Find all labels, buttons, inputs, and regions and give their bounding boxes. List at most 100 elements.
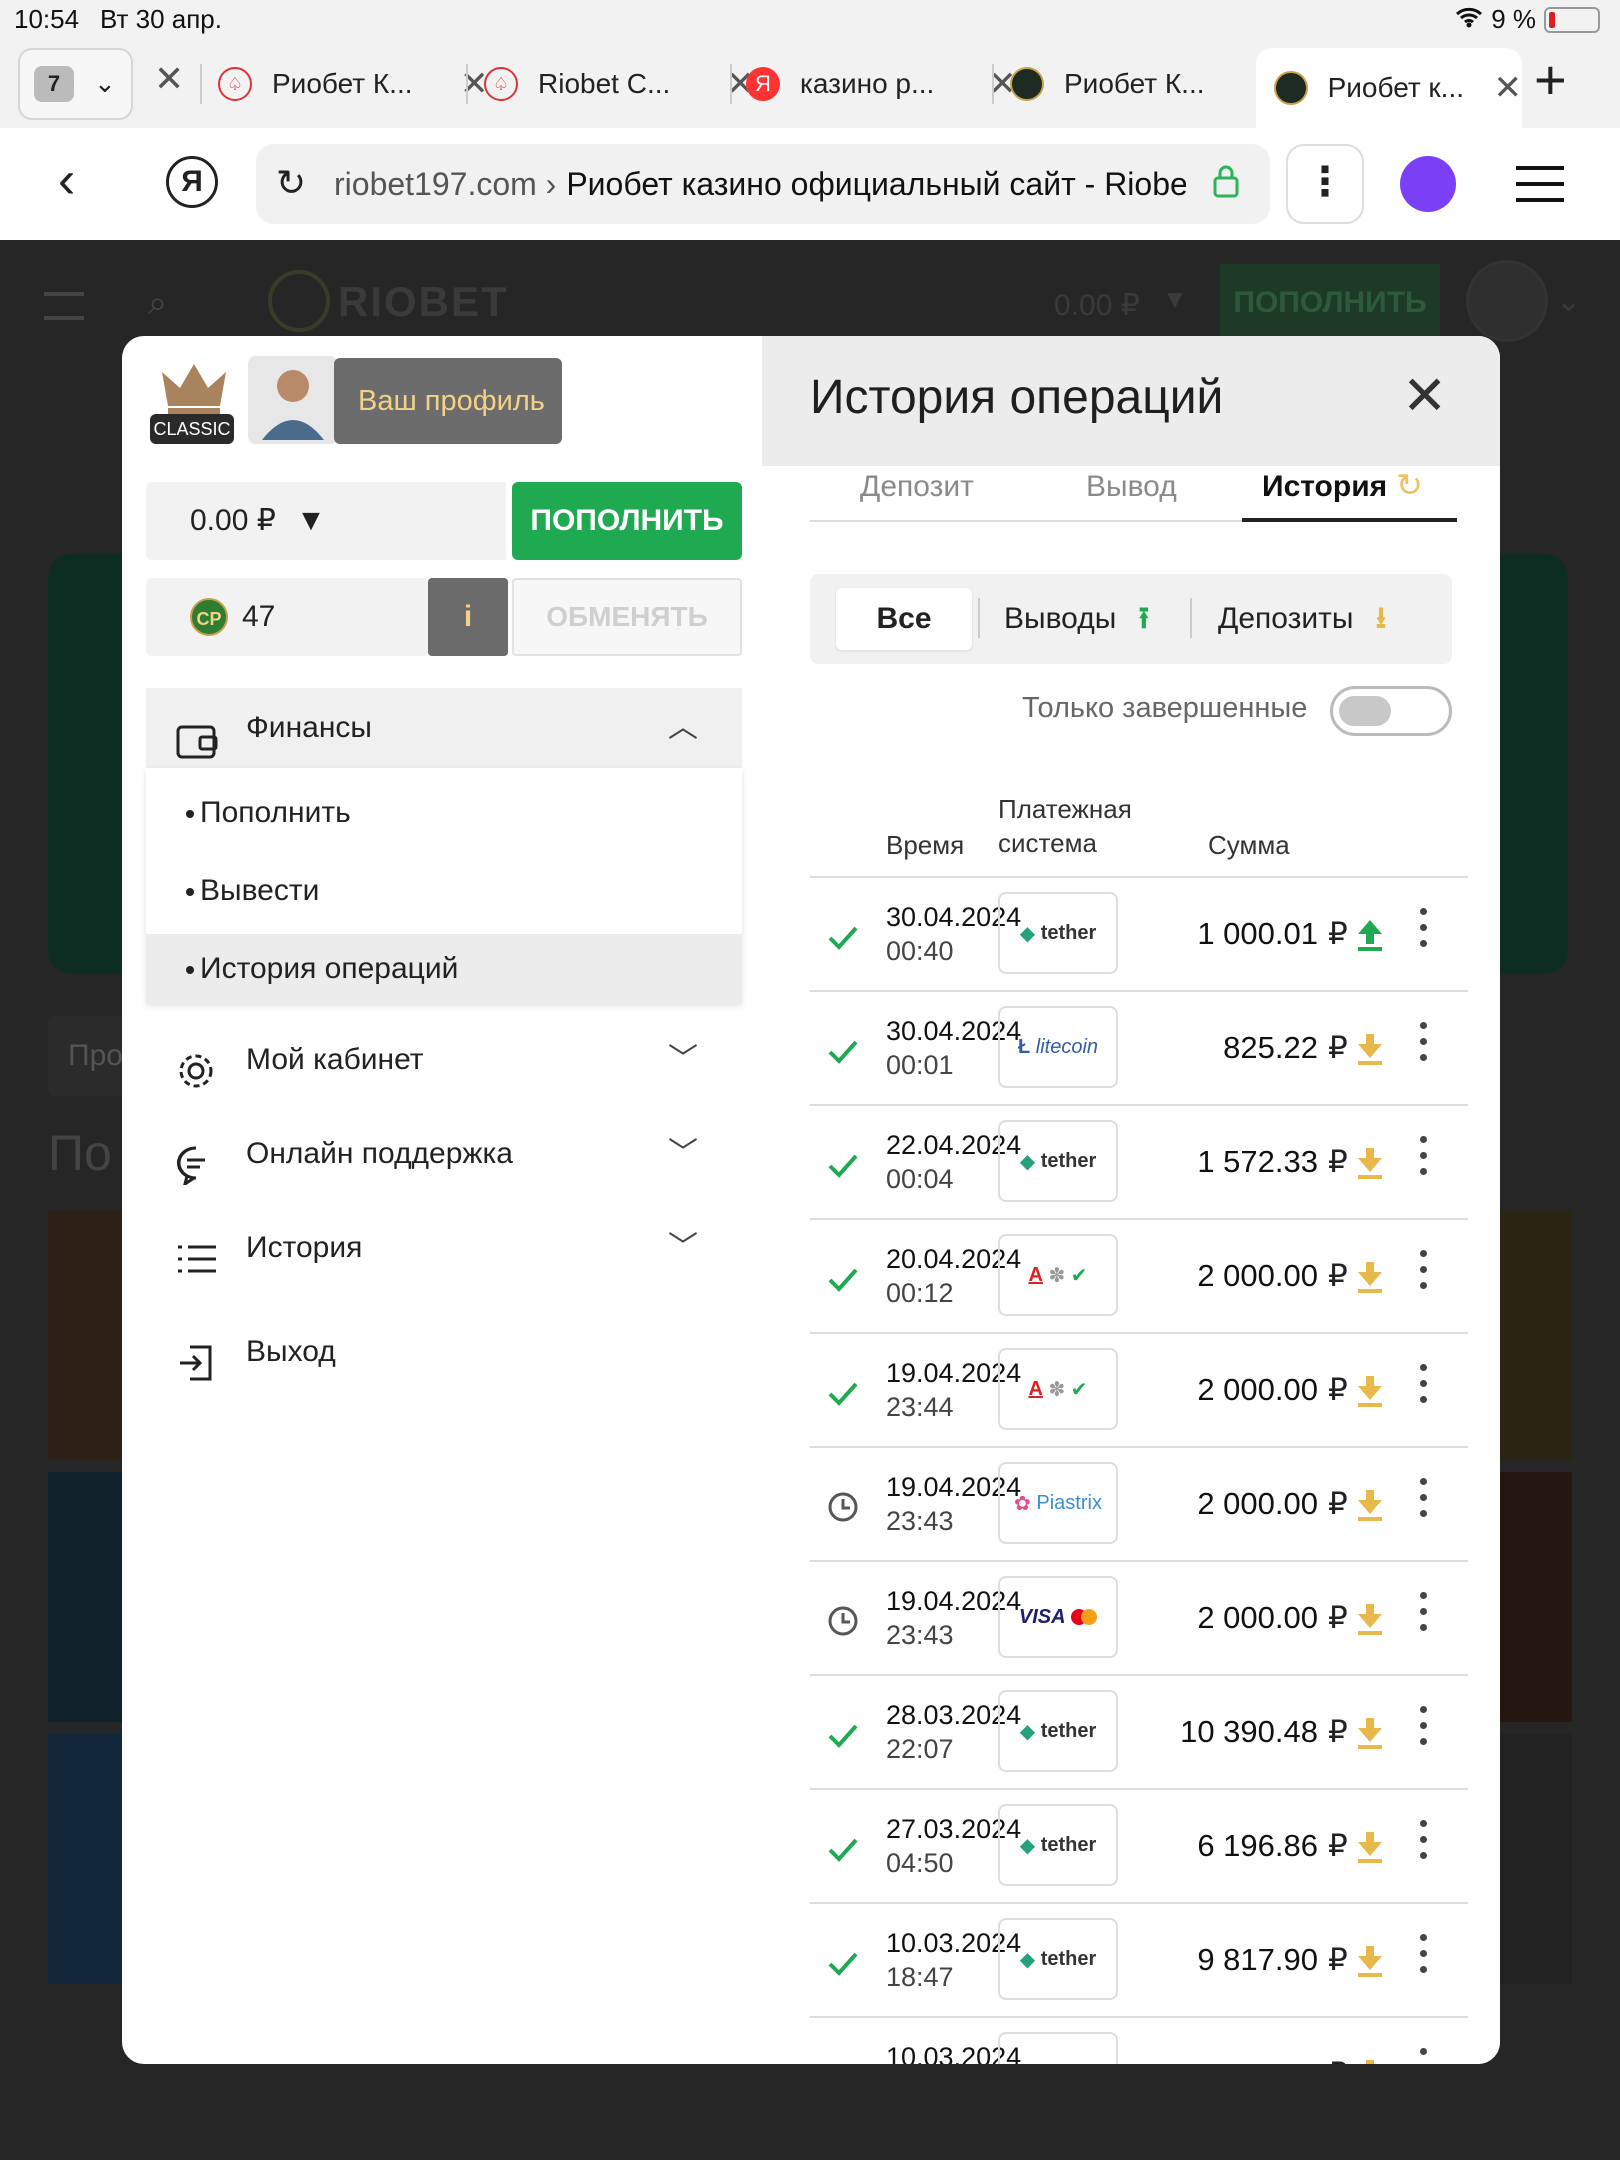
more-vertical-icon[interactable] bbox=[1420, 1022, 1428, 1070]
reload-icon[interactable]: ↻ bbox=[276, 162, 306, 204]
caret-down-icon[interactable]: ▼ bbox=[1162, 284, 1188, 315]
row-time: 00:04 bbox=[886, 1164, 954, 1194]
filter-deposits[interactable]: Депозиты ⭳ bbox=[1218, 588, 1386, 650]
more-vertical-icon[interactable] bbox=[1420, 908, 1428, 956]
more-vertical-icon[interactable] bbox=[1420, 1934, 1428, 1982]
tab-riobet-3[interactable]: Риобет К... ✕ bbox=[1010, 40, 1281, 128]
finance-submenu: Пополнить Вывести История операций bbox=[146, 768, 742, 1004]
row-currency: ₽ bbox=[1328, 1144, 1348, 1179]
row-amount: 2 000.00 bbox=[1197, 1486, 1318, 1521]
game-card[interactable] bbox=[1500, 1734, 1572, 1984]
yandex-icon: Я bbox=[746, 67, 780, 101]
yandex-icon[interactable]: Я bbox=[166, 156, 218, 208]
url-field[interactable]: ↻ riobet197.com › Риобет казино официаль… bbox=[256, 144, 1270, 224]
avatar[interactable] bbox=[248, 356, 338, 444]
lock-icon bbox=[1212, 164, 1240, 206]
close-tab-icon[interactable]: ✕ bbox=[1494, 68, 1523, 108]
close-icon[interactable]: ✕ bbox=[1402, 364, 1447, 427]
table-row[interactable]: 30.04.2024 00:01 Ł litecoin 825.22 ₽ bbox=[810, 990, 1468, 1104]
table-row[interactable]: 10.03.2024◆ tether₽ bbox=[810, 2016, 1468, 2064]
deposit-button[interactable]: ПОПОЛНИТЬ bbox=[512, 482, 742, 560]
site-balance[interactable]: 0.00 ₽ bbox=[1054, 288, 1140, 323]
submenu-history[interactable]: История операций bbox=[146, 934, 742, 1004]
chevron-down-icon[interactable]: ⌄ bbox=[1556, 284, 1581, 319]
menu-history[interactable]: История ﹀ bbox=[146, 1208, 742, 1288]
game-card[interactable] bbox=[1500, 1210, 1572, 1460]
submenu-withdraw[interactable]: Вывести bbox=[146, 856, 742, 926]
menu-cabinet[interactable]: Мой кабинет ﹀ bbox=[146, 1020, 742, 1100]
history-panel: История операций ✕ Депозит Вывод История… bbox=[762, 336, 1500, 2064]
back-icon[interactable]: ‹ bbox=[58, 152, 75, 208]
more-vertical-icon[interactable] bbox=[1420, 1250, 1428, 1298]
exchange-button[interactable]: ОБМЕНЯТЬ bbox=[512, 578, 742, 656]
more-vertical-icon[interactable] bbox=[1420, 1364, 1428, 1412]
table-row[interactable]: 19.04.2024 23:43 VISA 2 000.00 ₽ bbox=[810, 1560, 1468, 1674]
row-amount: 6 196.86 bbox=[1197, 1828, 1318, 1863]
download-icon bbox=[1358, 1376, 1382, 1407]
close-tab-icon[interactable]: ✕ bbox=[154, 58, 184, 100]
info-icon[interactable]: i bbox=[428, 578, 508, 656]
hamburger-menu-icon[interactable] bbox=[1516, 166, 1564, 202]
tab-switcher-button[interactable]: 7 ⌄ bbox=[18, 48, 133, 120]
game-card[interactable] bbox=[48, 1472, 126, 1722]
tab-riobet-active[interactable]: Риобет к... ✕ bbox=[1256, 48, 1522, 128]
table-row[interactable]: 10.03.2024 18:47 ◆ tether 9 817.90 ₽ bbox=[810, 1902, 1468, 2016]
menu-support[interactable]: Онлайн поддержка ﹀ bbox=[146, 1114, 742, 1194]
col-time: Время bbox=[886, 830, 965, 860]
col-pay-2: система bbox=[998, 828, 1097, 858]
table-row[interactable]: 30.04.2024 00:40 ◆ tether 1 000.01 ₽ bbox=[810, 876, 1468, 990]
tab-deposit[interactable]: Депозит bbox=[860, 470, 974, 504]
more-vertical-icon[interactable] bbox=[1420, 1136, 1428, 1184]
balance-display[interactable]: 0.00 ₽ ▼ bbox=[146, 482, 506, 560]
site-avatar[interactable] bbox=[1466, 260, 1548, 342]
tab-yandex[interactable]: Я казино р... ✕ bbox=[746, 40, 1017, 128]
download-icon bbox=[1358, 1946, 1382, 1977]
check-icon bbox=[828, 1154, 858, 1178]
menu-exit[interactable]: Выход bbox=[146, 1312, 742, 1392]
chevron-down-icon: ﹀ bbox=[668, 1043, 698, 1076]
site-deposit-button[interactable]: ПОПОЛНИТЬ bbox=[1220, 264, 1440, 342]
wallet-icon bbox=[176, 710, 218, 759]
more-vertical-icon[interactable] bbox=[1420, 2048, 1428, 2064]
address-bar: ‹ Я ↻ riobet197.com › Риобет казино офиц… bbox=[0, 128, 1620, 240]
table-row[interactable]: 19.04.2024 23:44 А ✽ ✔ 2 000.00 ₽ bbox=[810, 1332, 1468, 1446]
tab-riobet-1[interactable]: ♤ Риобет К... ✕ bbox=[218, 40, 489, 128]
more-vertical-icon[interactable] bbox=[1420, 1820, 1428, 1868]
table-row[interactable]: 27.03.2024 04:50 ◆ tether 6 196.86 ₽ bbox=[810, 1788, 1468, 1902]
table-row[interactable]: 20.04.2024 00:12 А ✽ ✔ 2 000.00 ₽ bbox=[810, 1218, 1468, 1332]
table-row[interactable]: 19.04.2024 23:43 ✿ Piastrix 2 000.00 ₽ bbox=[810, 1446, 1468, 1560]
status-date: Вт 30 апр. bbox=[100, 4, 222, 34]
game-card[interactable] bbox=[1500, 1472, 1572, 1722]
row-currency: ₽ bbox=[1328, 1600, 1348, 1635]
new-tab-icon[interactable]: + bbox=[1534, 48, 1567, 112]
profile-tooltip[interactable]: Ваш профиль bbox=[334, 358, 562, 444]
filter-withdrawals[interactable]: Выводы ⭱ bbox=[1004, 588, 1149, 650]
refresh-icon[interactable]: ↻ bbox=[1396, 466, 1423, 504]
more-menu-icon[interactable]: ⋮ bbox=[1286, 144, 1364, 224]
more-vertical-icon[interactable] bbox=[1420, 1592, 1428, 1640]
payment-system-logo: ◆ tether bbox=[998, 1918, 1118, 2000]
more-vertical-icon[interactable] bbox=[1420, 1706, 1428, 1754]
col-pay-1: Платежная bbox=[998, 794, 1132, 824]
site-search-icon[interactable]: ⌕ bbox=[148, 284, 167, 323]
alice-icon[interactable] bbox=[1400, 156, 1456, 212]
row-time: 04:50 bbox=[886, 1848, 954, 1878]
only-completed-toggle[interactable] bbox=[1330, 686, 1452, 736]
game-card[interactable] bbox=[48, 1210, 126, 1460]
site-menu-icon[interactable] bbox=[44, 292, 84, 320]
chat-icon bbox=[176, 1136, 216, 1188]
submenu-deposit[interactable]: Пополнить bbox=[146, 778, 742, 848]
tab-withdraw[interactable]: Вывод bbox=[1086, 470, 1177, 504]
filter-all[interactable]: Все bbox=[836, 588, 972, 650]
table-row[interactable]: 22.04.2024 00:04 ◆ tether 1 572.33 ₽ bbox=[810, 1104, 1468, 1218]
row-currency: ₽ bbox=[1328, 916, 1348, 951]
menu-finance[interactable]: Финансы ︿ bbox=[146, 688, 742, 768]
row-time: 00:40 bbox=[886, 936, 954, 966]
more-vertical-icon[interactable] bbox=[1420, 1478, 1428, 1526]
tab-riobet-2[interactable]: ♤ Riobet C... ✕ bbox=[484, 40, 755, 128]
table-row[interactable]: 28.03.2024 22:07 ◆ tether 10 390.48 ₽ bbox=[810, 1674, 1468, 1788]
caret-down-icon[interactable]: ▼ bbox=[296, 504, 326, 537]
tab-history[interactable]: История bbox=[1241, 470, 1458, 522]
game-card[interactable] bbox=[48, 1734, 126, 1984]
url-domain: riobet197.com › bbox=[334, 165, 557, 202]
